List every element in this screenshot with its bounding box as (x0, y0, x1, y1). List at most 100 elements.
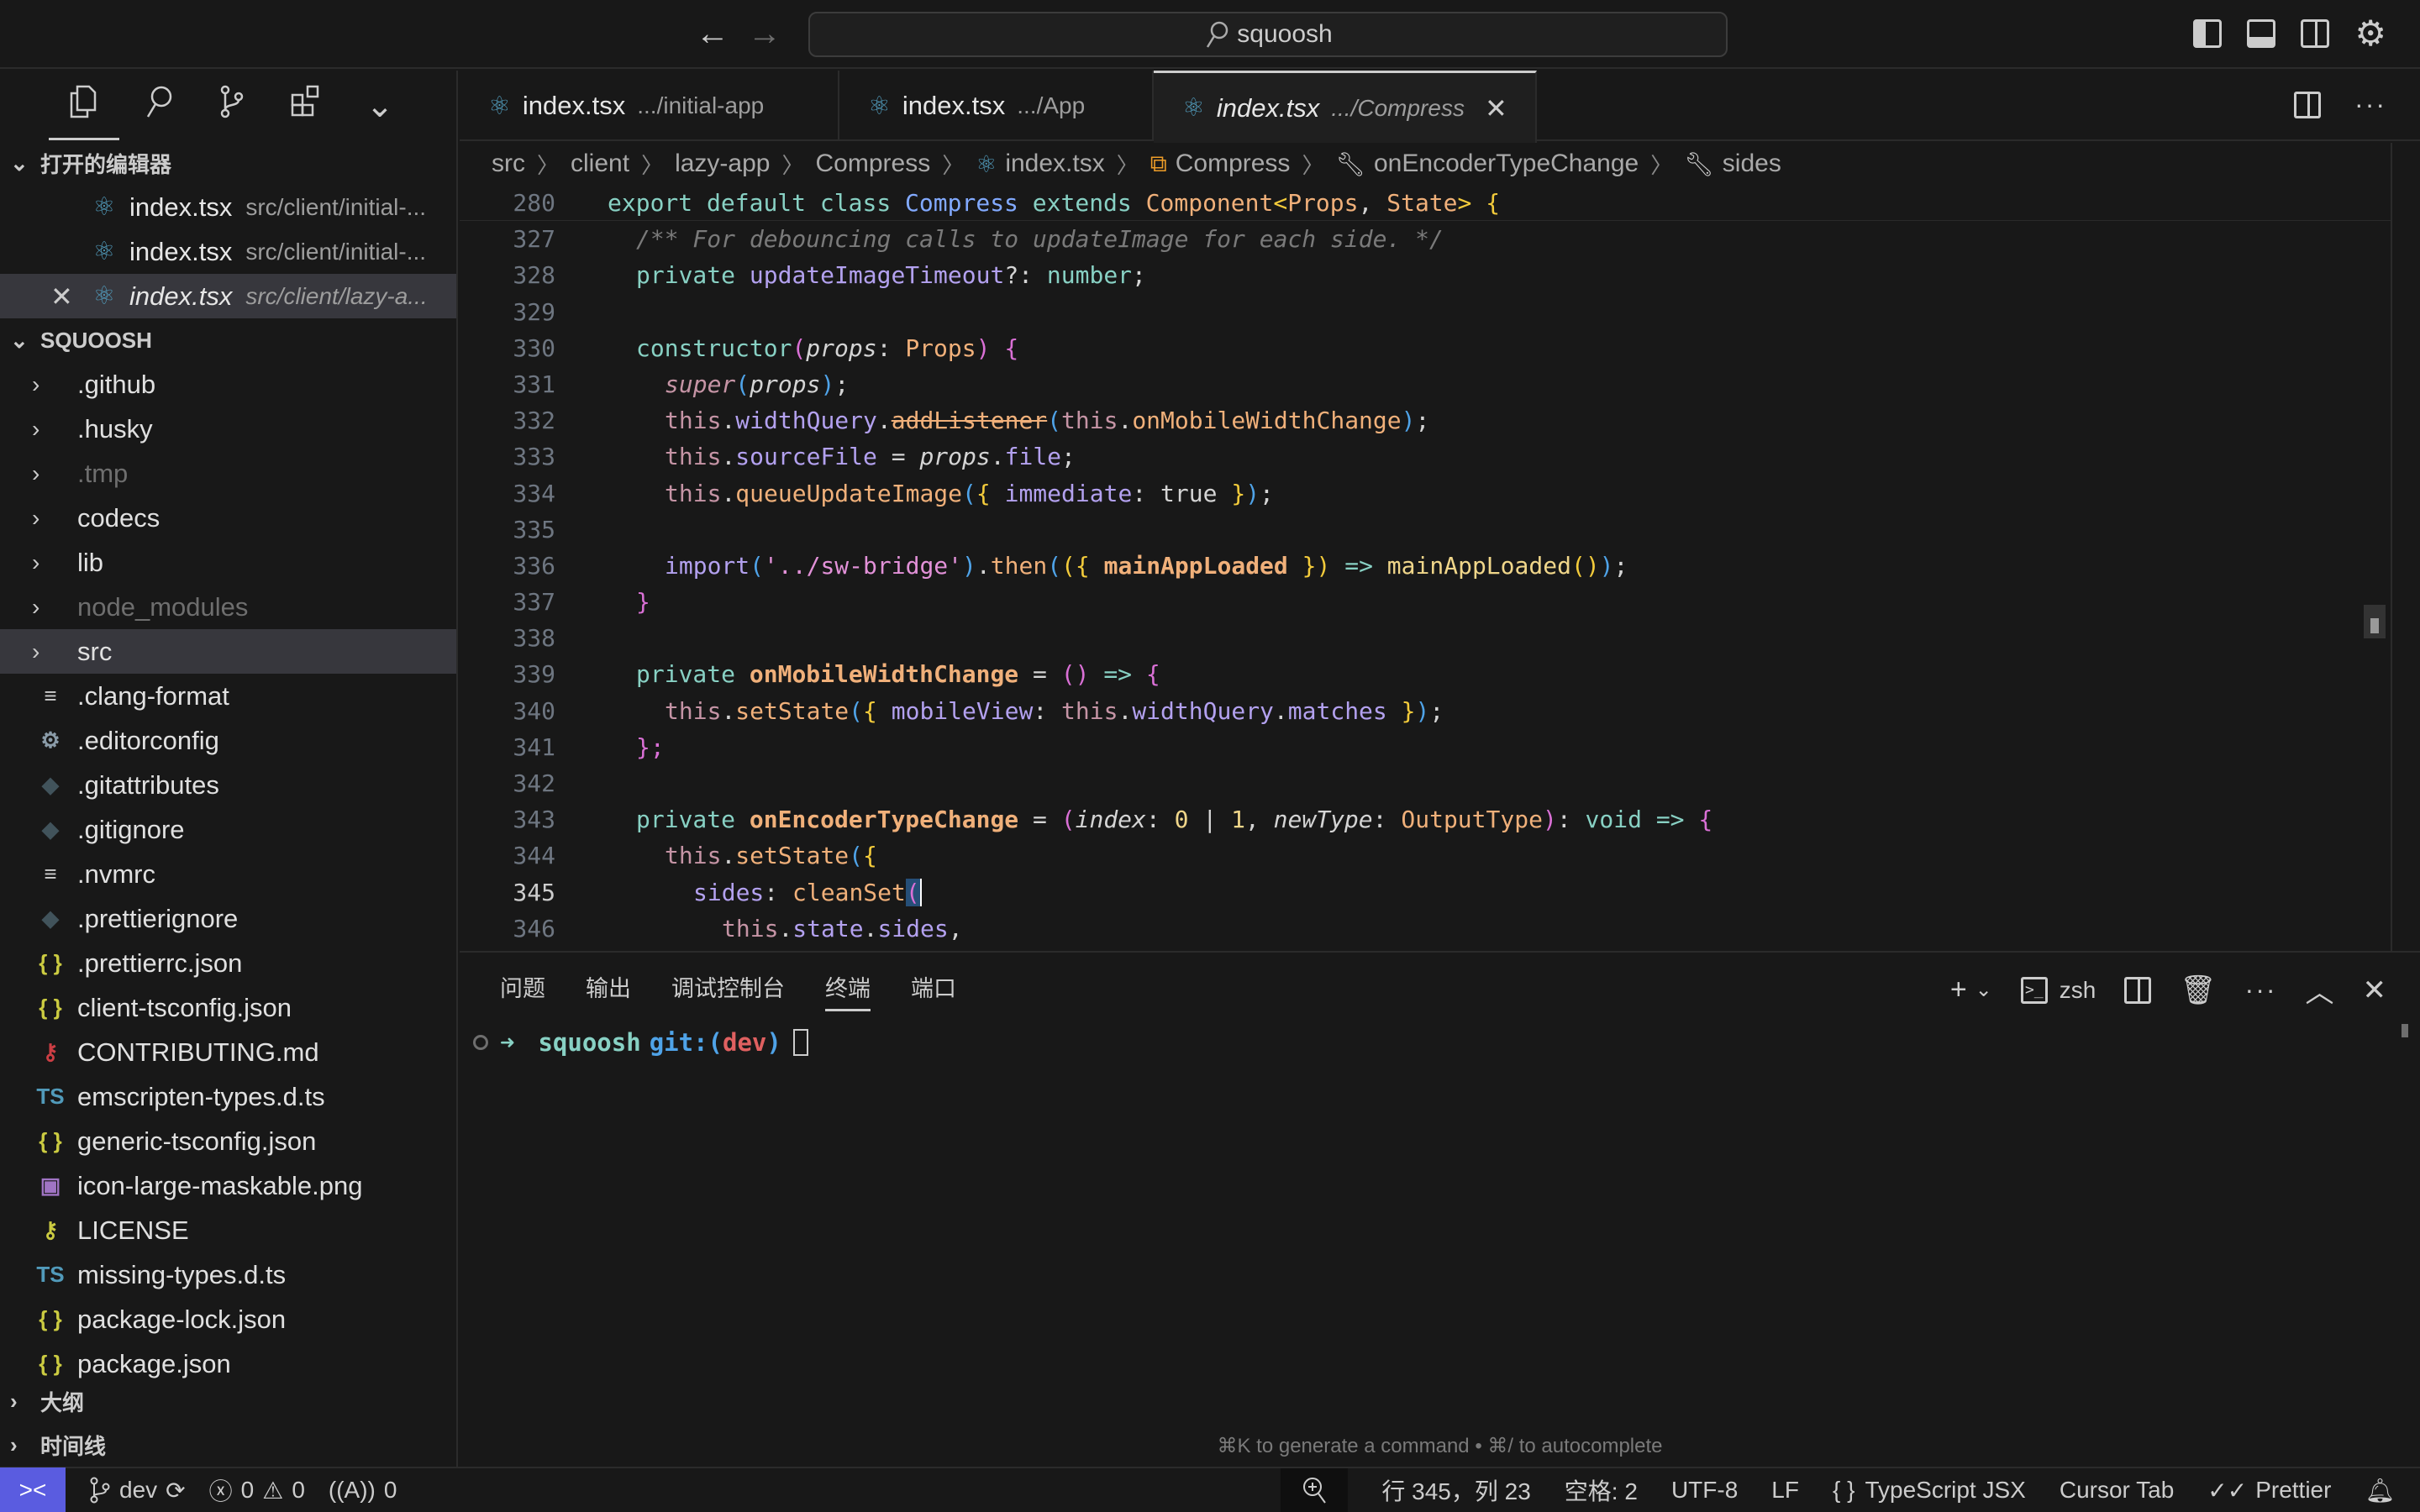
chevron-down-icon[interactable]: ⌄ (361, 87, 398, 125)
tab-compress[interactable]: ⚛ index.tsx .../Compress ✕ (1154, 71, 1537, 143)
editor-scrollbar[interactable] (2391, 143, 2392, 951)
open-editor-item[interactable]: ⚛ index.tsx src/client/initial-... (0, 185, 456, 229)
cursor-tab-status[interactable]: Cursor Tab (2060, 1477, 2174, 1504)
toggle-secondary-sidebar-icon[interactable] (2301, 19, 2330, 48)
tree-file[interactable]: ◆ .gitattributes (0, 763, 456, 807)
indentation[interactable]: 空格: 2 (1565, 1473, 1638, 1507)
close-icon[interactable]: ✕ (1485, 92, 1507, 124)
terminal-prompt[interactable]: ➜ squoosh git:(dev) (473, 1021, 808, 1063)
line-number: 280 (513, 189, 555, 217)
breadcrumb-item[interactable]: index.tsx (1005, 150, 1104, 178)
command-center-search[interactable]: squoosh (808, 12, 1728, 57)
tab-initial-app[interactable]: ⚛ index.tsx .../initial-app (460, 71, 839, 141)
close-icon[interactable]: ✕ (50, 281, 86, 312)
react-icon: ⚛ (92, 238, 116, 265)
source-control-icon[interactable] (213, 83, 250, 129)
tree-file[interactable]: ⚷ CONTRIBUTING.md (0, 1030, 456, 1074)
breadcrumb-item[interactable]: onEncoderTypeChange (1374, 150, 1639, 178)
tree-file[interactable]: { } client-tsconfig.json (0, 985, 456, 1030)
tree-folder[interactable]: › src (0, 629, 456, 674)
explorer-icon[interactable] (66, 83, 103, 129)
end-of-line[interactable]: LF (1771, 1477, 1799, 1504)
ports-count: 0 (383, 1477, 397, 1503)
tree-file[interactable]: { } package-lock.json (0, 1297, 456, 1341)
cursor-position[interactable]: 行 345，列 23 (1381, 1473, 1530, 1507)
bell-icon[interactable]: 🔔︎ (2365, 1477, 2395, 1504)
panel-tab-ports[interactable]: 端口 (911, 953, 956, 1020)
breadcrumb-item[interactable]: lazy-app (675, 150, 770, 178)
trash-icon[interactable]: 🗑︎ (2180, 974, 2216, 1007)
open-editor-item[interactable]: ✕ ⚛ index.tsx src/client/lazy-a... (0, 274, 456, 318)
open-editors-header[interactable]: ⌄ 打开的编辑器 (0, 141, 456, 185)
tree-file[interactable]: ◆ .gitignore (0, 807, 456, 852)
new-terminal-icon[interactable]: + (1950, 974, 1967, 1006)
panel-tab-debug-console[interactable]: 调试控制台 (671, 953, 785, 1020)
timeline-header[interactable]: › 时间线 (0, 1423, 456, 1467)
broadcast-icon: ((A)) (328, 1477, 376, 1503)
terminal-shell-label[interactable]: zsh (2060, 977, 2096, 1004)
project-title: SQUOOSH (40, 327, 152, 353)
open-editor-item[interactable]: ⚛ index.tsx src/client/initial-... (0, 229, 456, 274)
tree-file[interactable]: ⚙ .editorconfig (0, 718, 456, 763)
language-mode[interactable]: { } TypeScript JSX (1833, 1477, 2026, 1504)
code-line: 343 private onEncoderTypeChange = (index… (460, 801, 2392, 837)
extensions-icon[interactable] (287, 83, 324, 129)
tree-folder[interactable]: › .github (0, 362, 456, 407)
tree-folder[interactable]: › lib (0, 540, 456, 585)
breadcrumb-item[interactable]: Compress (1176, 150, 1291, 178)
tree-file[interactable]: { } .prettierrc.json (0, 941, 456, 985)
settings-gear-icon[interactable]: ⚙ (2354, 16, 2386, 51)
arrow-right-icon[interactable]: → (748, 17, 781, 50)
tree-folder[interactable]: › .tmp (0, 451, 456, 496)
tree-file[interactable]: TS missing-types.d.ts (0, 1252, 456, 1297)
tab-app[interactable]: ⚛ index.tsx .../App (839, 71, 1154, 141)
breadcrumb-item[interactable]: src (492, 150, 525, 178)
breadcrumb-item[interactable]: client (571, 150, 629, 178)
terminal-scrollbar[interactable] (2402, 1024, 2408, 1037)
toggle-panel-icon[interactable] (2247, 19, 2276, 48)
overview-ruler-cursor[interactable] (2364, 605, 2386, 638)
tab-filename: index.tsx (902, 91, 1006, 120)
tree-file[interactable]: ▣ icon-large-maskable.png (0, 1163, 456, 1208)
tree-file[interactable]: ≡ .nvmrc (0, 852, 456, 896)
tree-file[interactable]: ≡ .clang-format (0, 674, 456, 718)
prettier-status[interactable]: ✓✓ Prettier (2207, 1477, 2331, 1504)
toggle-primary-sidebar-icon[interactable] (2193, 19, 2223, 48)
ports-indicator[interactable]: ((A)) 0 (329, 1477, 397, 1504)
maximize-panel-icon[interactable]: ︿ (2306, 969, 2334, 1011)
close-icon[interactable]: ✕ (2363, 974, 2387, 1007)
breadcrumb-item[interactable]: sides (1723, 150, 1781, 178)
split-editor-icon[interactable] (2294, 91, 2322, 118)
breadcrumb-item[interactable]: Compress (816, 150, 931, 178)
tree-file[interactable]: ◆ .prettierignore (0, 896, 456, 941)
problems-indicator[interactable]: ⓧ 0 ⚠ 0 (209, 1473, 305, 1507)
more-actions-icon[interactable]: ··· (2354, 89, 2386, 120)
tree-file[interactable]: ⚷ LICENSE (0, 1208, 456, 1252)
tree-folder[interactable]: › node_modules (0, 585, 456, 629)
branch-indicator[interactable]: dev ⟳ (89, 1477, 186, 1504)
arrow-left-icon[interactable]: ← (696, 17, 729, 50)
more-actions-icon[interactable]: ··· (2245, 974, 2277, 1005)
tab-filename: index.tsx (522, 91, 626, 120)
remote-indicator-icon[interactable]: >< (0, 1467, 66, 1512)
tree-folder[interactable]: › codecs (0, 496, 456, 540)
project-header[interactable]: ⌄ SQUOOSH (0, 318, 456, 362)
chevron-right-icon: 〉 (1302, 152, 1324, 178)
tree-file[interactable]: TS emscripten-types.d.ts (0, 1074, 456, 1119)
sync-icon[interactable]: ⟳ (166, 1477, 185, 1504)
zoom-icon[interactable] (1281, 1468, 1349, 1512)
gear-icon: ⚙ (40, 727, 60, 753)
panel-tab-terminal[interactable]: 终端 (825, 953, 871, 1020)
search-icon[interactable] (139, 83, 176, 129)
chevron-right-icon: 〉 (641, 152, 664, 178)
tree-folder[interactable]: › .husky (0, 407, 456, 451)
tree-file[interactable]: { } generic-tsconfig.json (0, 1119, 456, 1163)
chevron-down-icon[interactable]: ⌄ (1975, 978, 1992, 1002)
panel-tab-problems[interactable]: 问题 (500, 953, 545, 1020)
split-terminal-icon[interactable] (2124, 976, 2152, 1004)
code-editor[interactable]: 280 export default class Compress extend… (460, 185, 2392, 951)
panel-tab-output[interactable]: 输出 (586, 953, 631, 1020)
outline-header[interactable]: › 大纲 (0, 1379, 456, 1423)
encoding[interactable]: UTF-8 (1671, 1477, 1738, 1504)
tree-item-label: .clang-format (77, 680, 229, 711)
